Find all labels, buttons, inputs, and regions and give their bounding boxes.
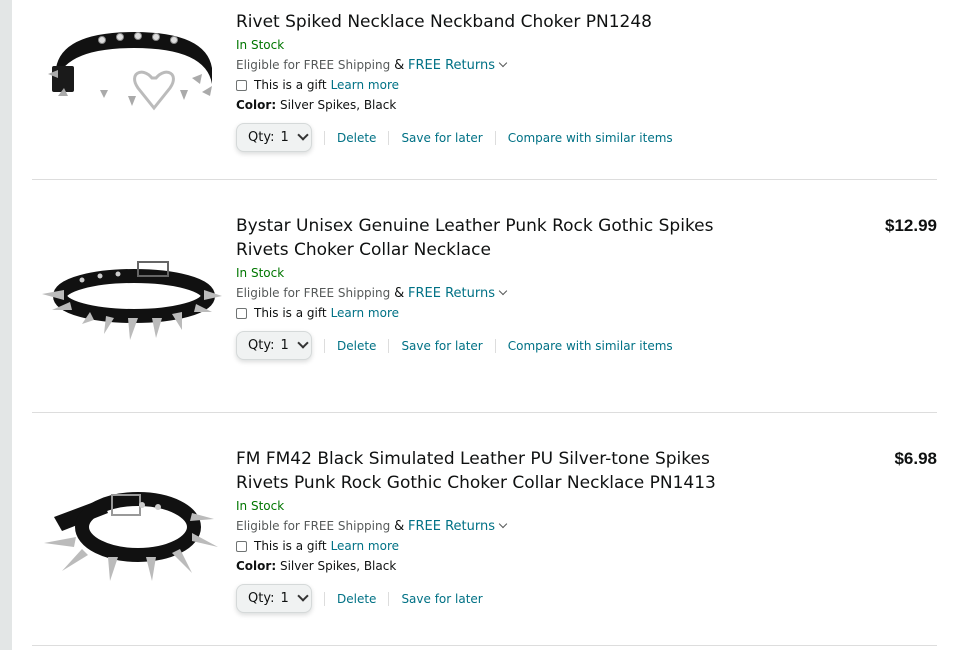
shipping-info: Eligible for FREE Shipping & FREE Return…: [236, 56, 756, 75]
compare-link[interactable]: Compare with similar items: [508, 339, 673, 353]
gift-checkbox[interactable]: [236, 540, 247, 552]
qty-value: 1: [280, 338, 289, 353]
color-value: Silver Spikes, Black: [279, 98, 397, 112]
ampersand: &: [394, 58, 405, 73]
divider: [324, 130, 325, 145]
chevron-down-icon: [297, 128, 309, 141]
save-for-later-link[interactable]: Save for later: [401, 131, 482, 145]
color-value: Silver Spikes, Black: [279, 559, 397, 573]
color-label: Color:: [236, 559, 277, 573]
qty-label: Qty:: [248, 130, 275, 145]
delete-link[interactable]: Delete: [337, 339, 376, 353]
item-divider: [32, 645, 937, 646]
product-image-heart-choker[interactable]: [42, 26, 222, 126]
compare-link[interactable]: Compare with similar items: [508, 131, 673, 145]
product-title[interactable]: FM FM42 Black Simulated Leather PU Silve…: [236, 447, 756, 495]
item-actions: Qty: 1 Delete Save for later Compare wit…: [236, 331, 756, 360]
free-returns-link[interactable]: FREE Returns: [408, 286, 495, 301]
gift-label: This is a gift: [254, 306, 327, 320]
item-actions: Qty: 1 Delete Save for later: [236, 584, 756, 613]
stock-status: In Stock: [236, 266, 285, 280]
chevron-down-icon[interactable]: [498, 519, 508, 529]
save-for-later-link[interactable]: Save for later: [401, 339, 482, 353]
stock-status: In Stock: [236, 499, 285, 513]
chevron-down-icon: [297, 336, 309, 349]
chevron-down-icon: [297, 589, 309, 602]
item-price: $12.99: [885, 216, 937, 235]
delete-link[interactable]: Delete: [337, 592, 376, 606]
learn-more-link[interactable]: Learn more: [331, 77, 399, 93]
ampersand: &: [394, 519, 405, 534]
cart-item: Rivet Spiked Necklace Neckband Choker PN…: [32, 0, 937, 175]
gift-label: This is a gift: [254, 539, 327, 553]
delete-link[interactable]: Delete: [337, 131, 376, 145]
item-details: Rivet Spiked Necklace Neckband Choker PN…: [236, 0, 756, 152]
qty-label: Qty:: [248, 338, 275, 353]
chevron-down-icon[interactable]: [498, 58, 508, 68]
product-title-line[interactable]: Rivet Spiked Necklace Neckband Choker PN…: [236, 10, 756, 34]
divider: [324, 591, 325, 606]
gift-label: This is a gift: [254, 78, 327, 92]
divider: [388, 591, 390, 606]
item-actions: Qty: 1 Delete Save for later Compare wit…: [236, 123, 756, 152]
ampersand: &: [394, 286, 405, 301]
quantity-dropdown[interactable]: Qty: 1: [236, 123, 312, 152]
gift-checkbox[interactable]: [236, 79, 247, 91]
free-returns-link[interactable]: FREE Returns: [408, 519, 495, 534]
color-info: Color: Silver Spikes, Black: [236, 97, 756, 113]
free-shipping-text: Eligible for FREE Shipping: [236, 519, 391, 533]
free-shipping-text: Eligible for FREE Shipping: [236, 58, 391, 72]
item-details: Bystar Unisex Genuine Leather Punk Rock …: [236, 214, 756, 360]
shipping-info: Eligible for FREE Shipping & FREE Return…: [236, 284, 756, 303]
left-gutter: [0, 0, 12, 650]
qty-value: 1: [280, 591, 289, 606]
shipping-info: Eligible for FREE Shipping & FREE Return…: [236, 517, 756, 536]
divider: [494, 338, 496, 353]
cart-item: Bystar Unisex Genuine Leather Punk Rock …: [32, 180, 937, 412]
product-title[interactable]: [236, 0, 756, 10]
product-image-spiked-collar[interactable]: [42, 248, 222, 348]
quantity-dropdown[interactable]: Qty: 1: [236, 331, 312, 360]
gift-checkbox[interactable]: [236, 307, 247, 319]
divider: [494, 130, 496, 145]
gift-option: This is a gift Learn more: [236, 538, 756, 554]
color-info: Color: Silver Spikes, Black: [236, 558, 756, 574]
product-image-buckle-choker[interactable]: [42, 485, 222, 585]
save-for-later-link[interactable]: Save for later: [401, 592, 482, 606]
qty-label: Qty:: [248, 591, 275, 606]
product-title[interactable]: Bystar Unisex Genuine Leather Punk Rock …: [236, 214, 756, 262]
quantity-dropdown[interactable]: Qty: 1: [236, 584, 312, 613]
free-shipping-text: Eligible for FREE Shipping: [236, 286, 391, 300]
gift-option: This is a gift Learn more: [236, 305, 756, 321]
item-price: $6.98: [894, 449, 937, 468]
learn-more-link[interactable]: Learn more: [331, 538, 399, 554]
divider: [324, 338, 325, 353]
divider: [388, 338, 390, 353]
color-label: Color:: [236, 98, 277, 112]
divider: [388, 130, 390, 145]
gift-option: This is a gift Learn more: [236, 77, 756, 93]
qty-value: 1: [280, 130, 289, 145]
cart-item: FM FM42 Black Simulated Leather PU Silve…: [32, 413, 937, 645]
stock-status: In Stock: [236, 38, 285, 52]
item-details: FM FM42 Black Simulated Leather PU Silve…: [236, 447, 756, 613]
chevron-down-icon[interactable]: [498, 286, 508, 296]
learn-more-link[interactable]: Learn more: [331, 305, 399, 321]
free-returns-link[interactable]: FREE Returns: [408, 58, 495, 73]
